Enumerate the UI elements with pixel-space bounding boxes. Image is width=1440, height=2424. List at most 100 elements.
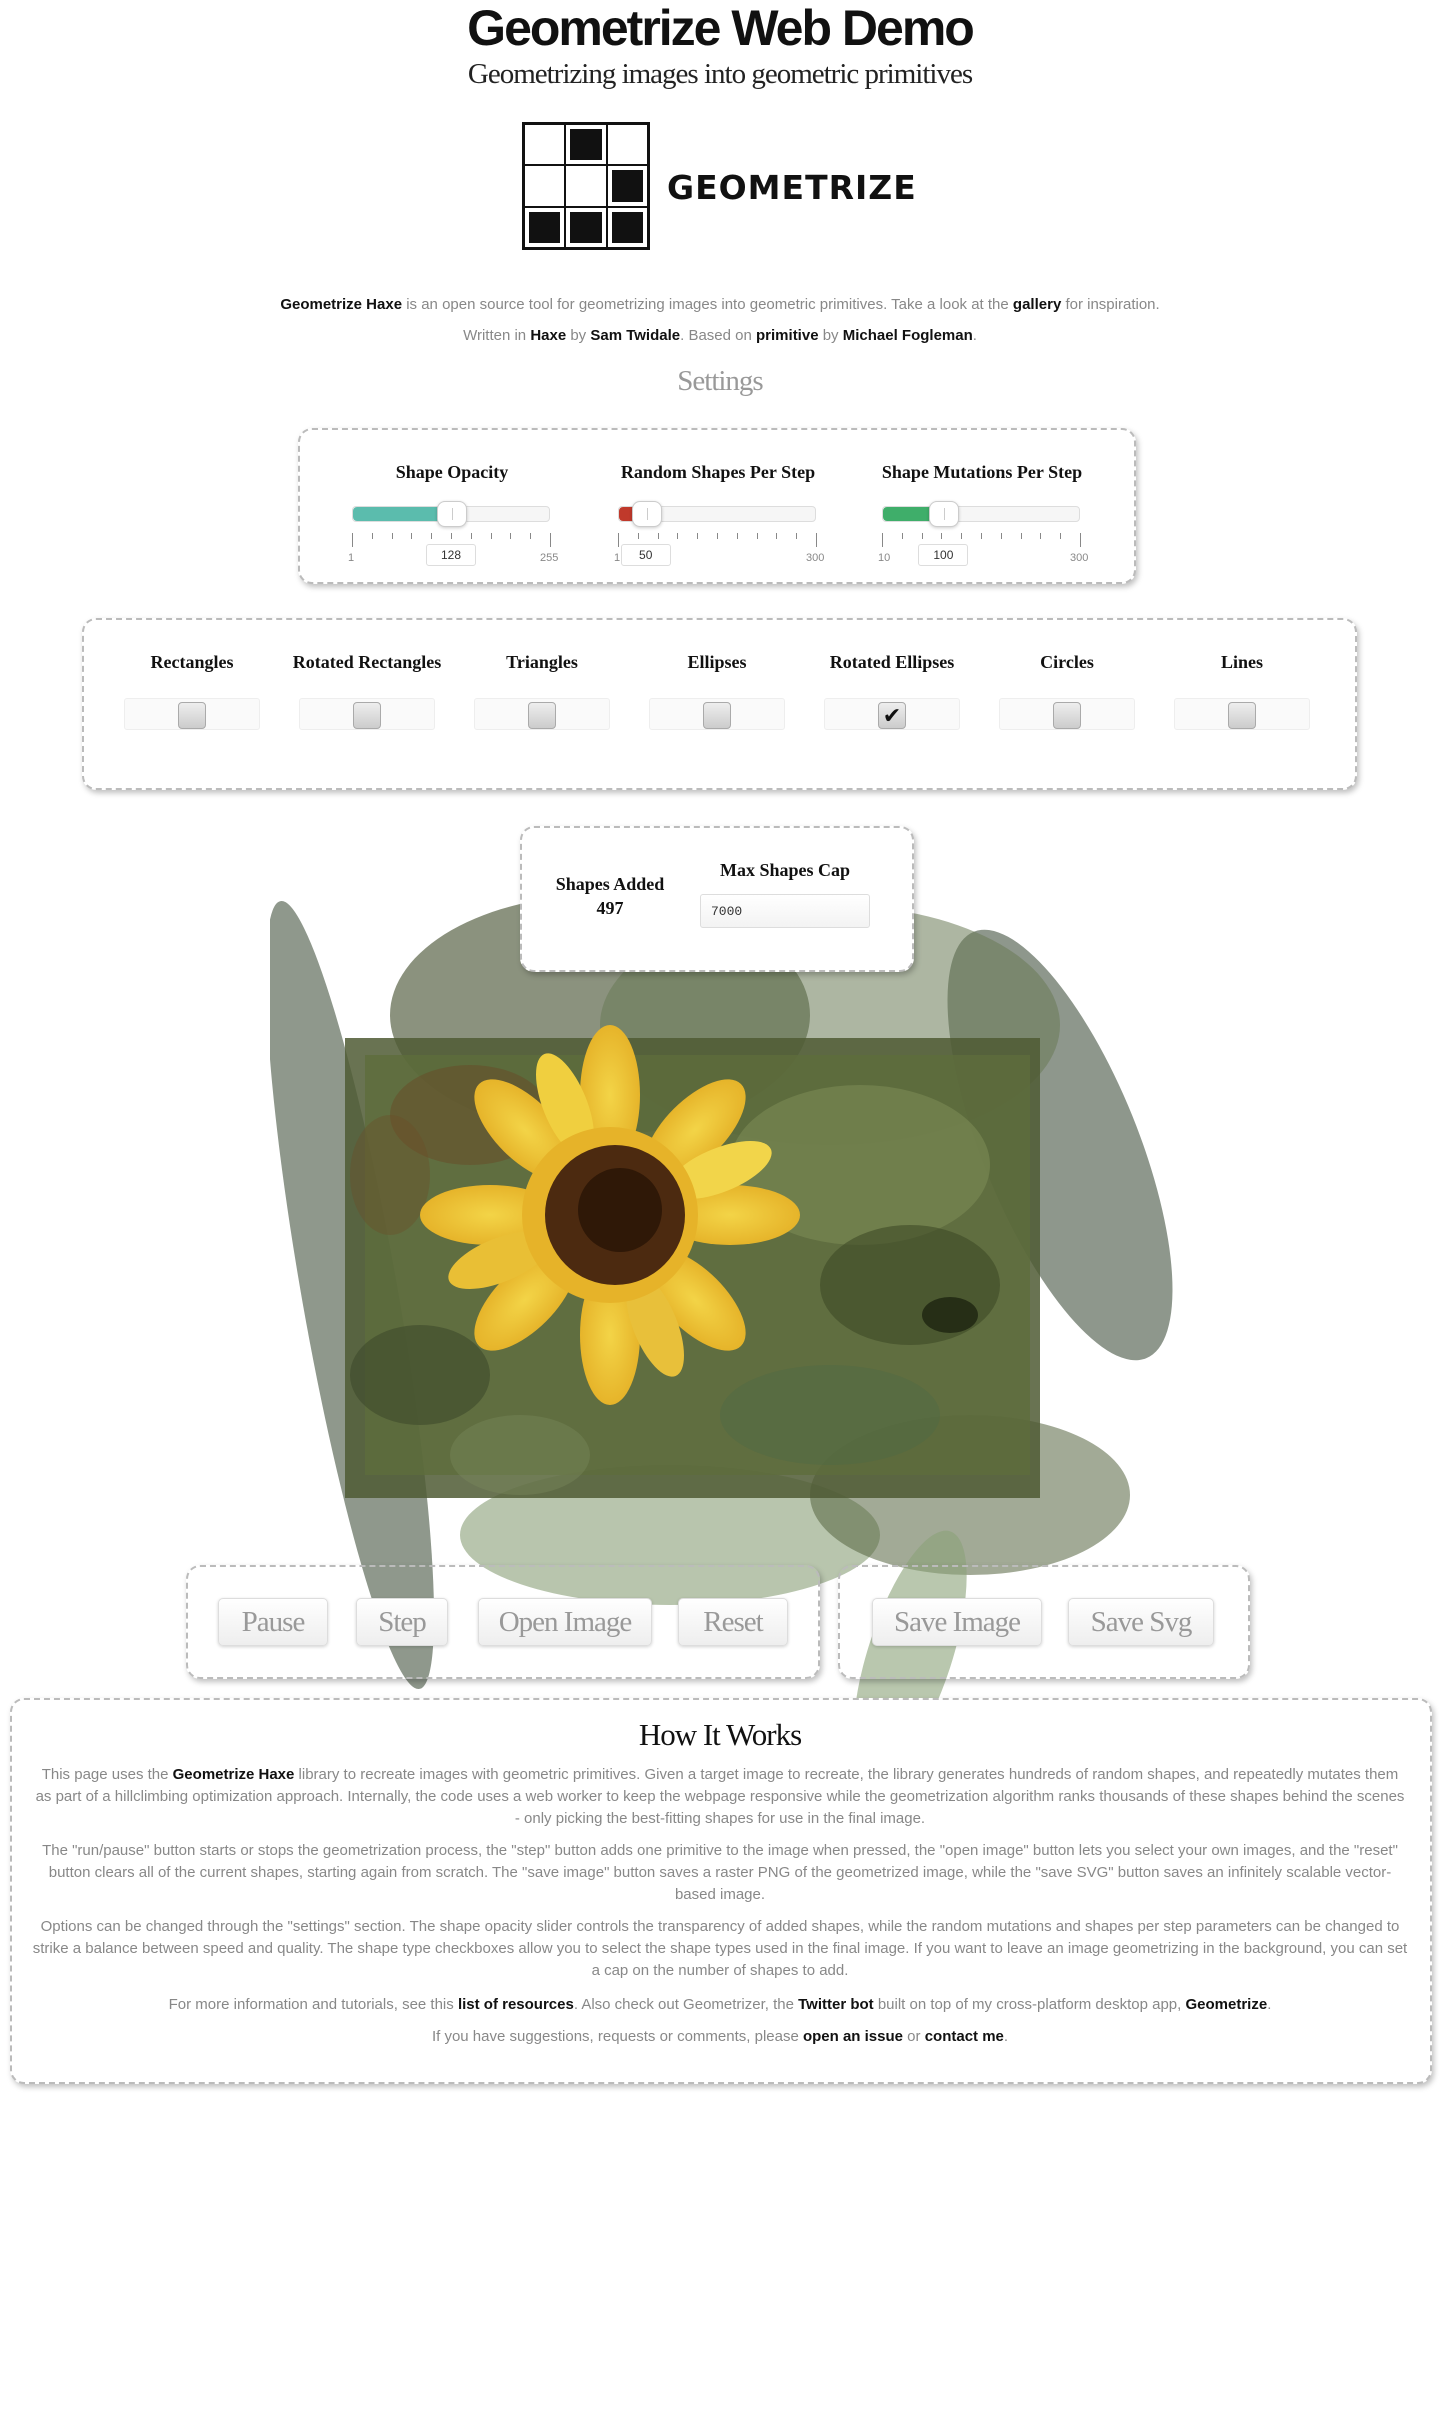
ellipses-checkbox-container	[649, 698, 785, 730]
slider-tick	[490, 533, 492, 539]
max-shapes-cap-label: Max Shapes Cap	[719, 860, 851, 880]
slider-tick	[697, 533, 699, 539]
slider-tick	[391, 533, 393, 539]
pause-button[interactable]: Pause	[218, 1598, 328, 1646]
slider-tick	[431, 533, 433, 539]
slider-tick	[1000, 533, 1002, 539]
circles-checkbox-container	[999, 698, 1135, 730]
intro-text: Written in	[463, 327, 531, 344]
paragraph-text: .	[1003, 2028, 1009, 2045]
reset-button[interactable]: Reset	[678, 1598, 788, 1646]
random-shapes-per-step-value: 50	[620, 544, 671, 566]
slider-tick	[736, 533, 738, 539]
geometrize-haxe-library-link[interactable]: Geometrize Haxe	[173, 1766, 295, 1783]
list-of-resources-link[interactable]: list of resources	[458, 1996, 574, 2013]
slider-tick	[677, 533, 679, 539]
rotated-rectangles-checkbox-container	[299, 698, 435, 730]
paragraph-text: If you have suggestions, requests or com…	[431, 2028, 803, 2045]
slider-tick	[550, 533, 551, 547]
random-shapes-per-step-ticks	[618, 533, 817, 547]
shape-opacity-ticks	[352, 533, 551, 547]
intro-line-1: Geometrize Haxe is an open source tool f…	[0, 296, 1440, 313]
how-it-works-paragraph-1: This page uses the Geometrize Haxe libra…	[32, 1764, 1408, 1830]
shape-opacity-min-label: 1	[348, 552, 355, 564]
contact-me-link[interactable]: contact me	[925, 2028, 1004, 2045]
rotated-ellipses-label: Rotated Ellipses	[829, 652, 955, 672]
slider-tick	[756, 533, 758, 539]
slider-tick	[901, 533, 903, 539]
slider-tick	[510, 533, 512, 539]
check-mark-icon: ✔	[882, 703, 902, 728]
geometrize-app-link[interactable]: Geometrize	[1185, 1996, 1267, 2013]
slider-tick	[1080, 533, 1081, 547]
ellipses-checkbox[interactable]	[703, 702, 731, 729]
shape-mutations-per-step-ticks	[882, 533, 1081, 547]
haxe-link[interactable]: Haxe	[530, 327, 566, 344]
shape-opacity-slider[interactable]	[352, 501, 550, 527]
how-it-works-paragraph-5: If you have suggestions, requests or com…	[32, 2026, 1408, 2048]
slider-tick	[796, 533, 798, 539]
shape-opacity-value: 128	[426, 544, 476, 566]
triangles-checkbox[interactable]	[528, 702, 556, 729]
slider-tick	[1020, 533, 1022, 539]
save-svg-button[interactable]: Save Svg	[1068, 1598, 1214, 1646]
shape-opacity-label: Shape Opacity	[395, 462, 509, 482]
slider-tick	[1060, 533, 1062, 539]
logo-wordmark: GEOMETRIZE	[667, 168, 917, 207]
triangles-label: Triangles	[506, 652, 578, 672]
shape-mutations-per-step-slider-handle[interactable]	[929, 501, 960, 527]
twitter-bot-link[interactable]: Twitter bot	[798, 1996, 874, 2013]
rotated-ellipses-checkbox[interactable]: ✔	[878, 702, 906, 729]
slider-tick	[618, 533, 619, 547]
paragraph-text: For more information and tutorials, see …	[168, 1996, 458, 2013]
max-shapes-cap-input[interactable]	[700, 894, 870, 928]
shape-mutations-per-step-min-label: 10	[878, 552, 891, 564]
shapes-added-label: Shapes Added	[555, 874, 665, 894]
shape-mutations-per-step-slider[interactable]	[882, 501, 1080, 527]
how-it-works-paragraph-4: For more information and tutorials, see …	[32, 1994, 1408, 2016]
page-subtitle: Geometrizing images into geometric primi…	[467, 58, 973, 90]
intro-text: by	[818, 327, 843, 344]
lines-checkbox[interactable]	[1228, 702, 1256, 729]
slider-tick	[921, 533, 923, 539]
random-shapes-per-step-label: Random Shapes Per Step	[620, 462, 816, 482]
slider-tick	[776, 533, 778, 539]
primitive-link[interactable]: primitive	[756, 327, 819, 344]
step-button[interactable]: Step	[356, 1598, 448, 1646]
how-it-works-heading: How It Works	[638, 1717, 802, 1752]
geometrize-haxe-link[interactable]: Geometrize Haxe	[280, 296, 402, 313]
circles-label: Circles	[1040, 652, 1094, 672]
rectangles-label: Rectangles	[150, 652, 234, 672]
page-title: Geometrize Web Demo	[467, 0, 975, 56]
open-an-issue-link[interactable]: open an issue	[803, 2028, 903, 2045]
sam-twidale-link[interactable]: Sam Twidale	[590, 327, 680, 344]
geometrize-logo-icon	[522, 122, 650, 250]
shape-mutations-per-step-value: 100	[918, 544, 969, 566]
slider-tick	[451, 533, 452, 539]
slider-tick	[961, 533, 963, 539]
rotated-rectangles-checkbox[interactable]	[353, 702, 381, 729]
intro-text: by	[566, 327, 591, 344]
open-image-button[interactable]: Open Image	[478, 1598, 652, 1646]
save-image-button[interactable]: Save Image	[872, 1598, 1042, 1646]
slider-tick	[717, 533, 718, 539]
michael-fogleman-link[interactable]: Michael Fogleman	[843, 327, 973, 344]
intro-text: is an open source tool for geometrizing …	[402, 296, 1013, 313]
slider-tick	[352, 533, 353, 547]
slider-tick	[981, 533, 982, 539]
shape-opacity-max-label: 255	[540, 552, 559, 564]
lines-checkbox-container	[1174, 698, 1310, 730]
rectangles-checkbox[interactable]	[178, 702, 206, 729]
paragraph-text: . Also check out Geometrizer, the	[573, 1996, 799, 2013]
slider-tick	[530, 533, 532, 539]
slider-tick	[816, 533, 817, 547]
gallery-link[interactable]: gallery	[1013, 296, 1061, 313]
slider-tick	[657, 533, 659, 539]
random-shapes-per-step-slider[interactable]	[618, 501, 816, 527]
circles-checkbox[interactable]	[1053, 702, 1081, 729]
shape-opacity-slider-handle[interactable]	[437, 501, 467, 527]
random-shapes-per-step-slider-handle[interactable]	[631, 501, 662, 527]
slider-tick	[637, 533, 639, 539]
paragraph-text: built on top of my cross-platform deskto…	[873, 1996, 1186, 2013]
how-it-works-paragraph-3: Options can be changed through the "sett…	[32, 1918, 1408, 1979]
